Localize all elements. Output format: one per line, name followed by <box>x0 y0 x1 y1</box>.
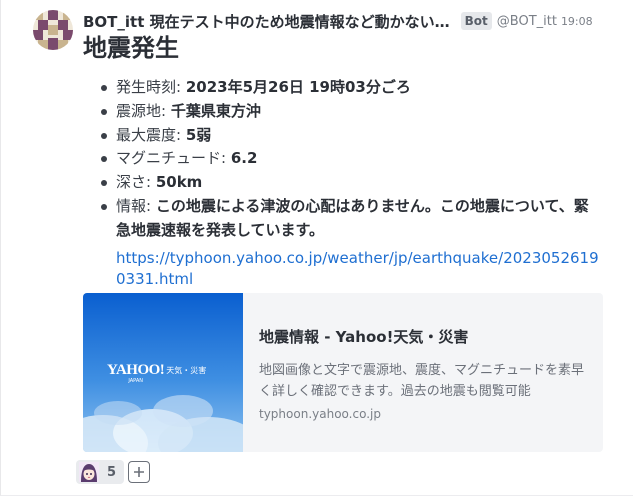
detail-value: 2023年5月26日 19時03分ごろ <box>185 78 411 96</box>
card-body: 地震情報 - Yahoo!天気・災害 地図画像と文字で震源地、震度、マグニチュー… <box>243 293 603 452</box>
timestamp[interactable]: 19:08 <box>561 15 593 28</box>
reaction-pill[interactable]: 5 <box>76 460 125 484</box>
list-item-depth: 深さ: 50km <box>83 171 603 195</box>
logo-sub-text: JAPAN <box>128 378 143 384</box>
plus-icon <box>134 467 145 477</box>
detail-value: 6.2 <box>230 149 258 168</box>
detail-value: 50km <box>155 173 203 192</box>
list-item-magnitude: マグニチュード: 6.2 <box>83 147 603 171</box>
bot-badge: Bot <box>460 12 492 30</box>
detail-label: 情報: <box>116 196 156 215</box>
list-item-max-intensity: 最大震度: 5弱 <box>83 124 603 148</box>
detail-label: 震源地: <box>116 101 171 120</box>
message-header: BOT_itt 現在テスト中のため地震情報など動かない… Bot @BOT_it… <box>83 10 608 32</box>
anime-girl-emoji-icon <box>79 462 99 482</box>
card-description: 地図画像と文字で震源地、震度、マグニチュードを素早く詳しく確認できます。過去の地… <box>259 363 585 399</box>
card-domain: typhoon.yahoo.co.jp <box>259 407 381 421</box>
reactions-bar: 5 <box>76 460 151 484</box>
logo-text: YAHOO! <box>107 362 165 378</box>
list-item-epicenter: 震源地: 千葉県東方沖 <box>83 100 603 124</box>
yahoo-logo: YAHOO! JAPAN 天気・災害 <box>107 362 207 385</box>
list-item-info: 情報: この地震による津波の心配はありません。この地震について、緊急地震速報を発… <box>83 195 603 290</box>
avatar-pattern-icon <box>33 10 73 50</box>
info-text: この地震による津波の心配はありません。この地震について、緊急地震速報を発表してい… <box>116 196 589 239</box>
card-thumbnail: YAHOO! JAPAN 天気・災害 <box>83 293 243 452</box>
earthquake-link[interactable]: https://typhoon.yahoo.co.jp/weather/jp/e… <box>116 248 603 290</box>
user-handle[interactable]: @BOT_itt <box>497 14 557 29</box>
card-title[interactable]: 地震情報 - Yahoo!天気・災害 <box>259 327 587 347</box>
detail-label: 発生時刻: <box>116 78 186 96</box>
add-reaction-button[interactable] <box>128 461 151 483</box>
reaction-count: 5 <box>107 464 117 480</box>
display-name[interactable]: BOT_itt 現在テスト中のため地震情報など動かない… <box>83 11 450 32</box>
avatar[interactable] <box>33 10 73 50</box>
message-title: 地震発生 <box>83 34 179 62</box>
detail-label: 最大震度: <box>116 125 186 144</box>
detail-value: 千葉県東方沖 <box>170 101 261 120</box>
list-item-time: 発生時刻: 2023年5月26日 19時03分ごろ <box>83 76 603 100</box>
detail-label: 深さ: <box>116 173 156 192</box>
link-preview-card[interactable]: YAHOO! JAPAN 天気・災害 地震情報 - Yahoo!天気・災害 地図… <box>83 293 603 452</box>
logo-label: 天気・災害 <box>166 366 207 375</box>
earthquake-details-list: 発生時刻: 2023年5月26日 19時03分ごろ 震源地: 千葉県東方沖 最大… <box>83 76 603 290</box>
detail-label: マグニチュード: <box>116 149 231 168</box>
detail-value: 5弱 <box>185 125 212 144</box>
